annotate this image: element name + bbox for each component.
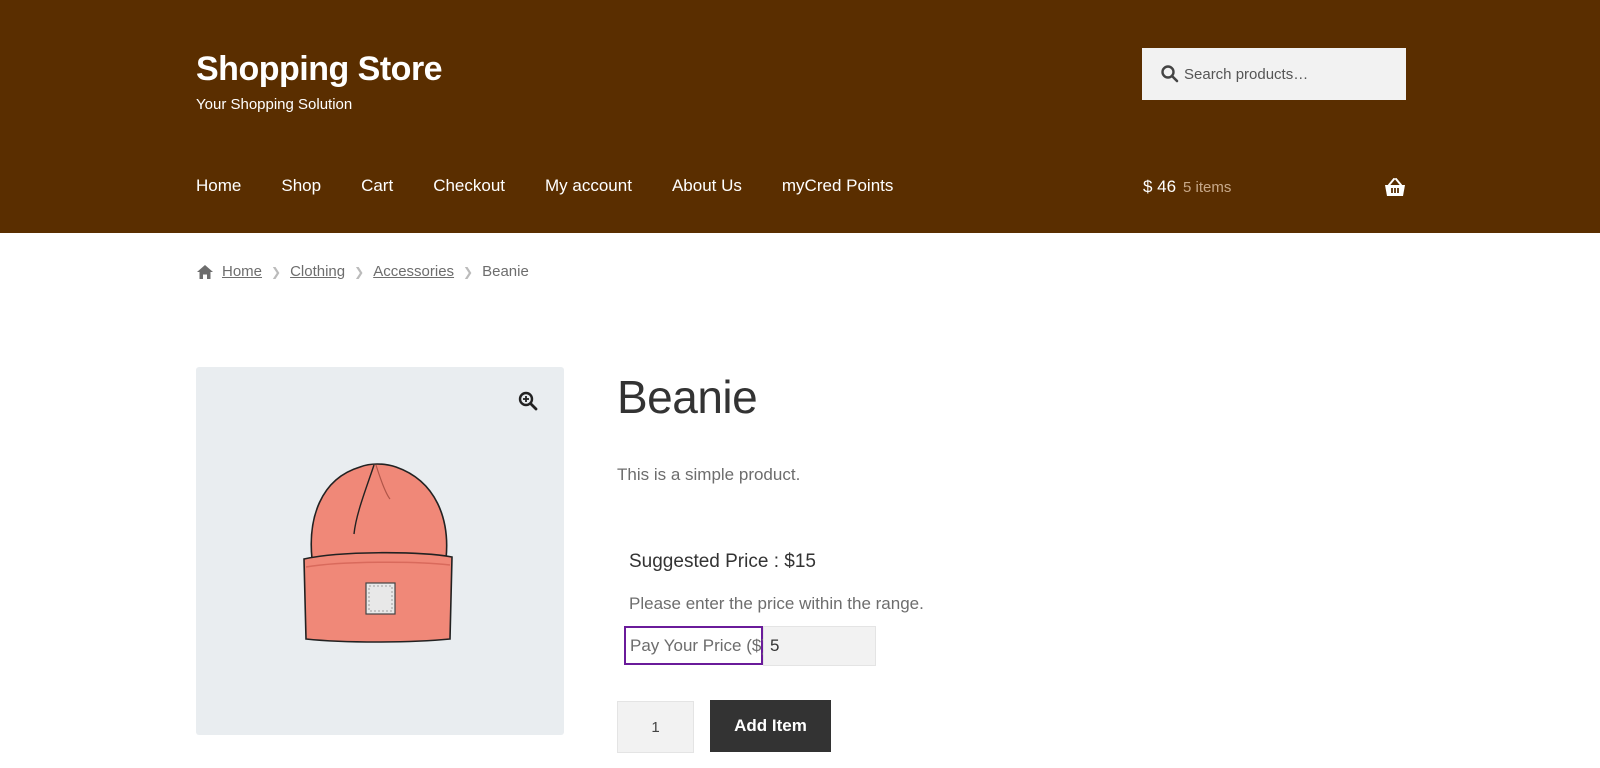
nav-shop[interactable]: Shop <box>281 176 321 206</box>
nav-home[interactable]: Home <box>196 176 241 206</box>
add-item-button[interactable]: Add Item <box>710 700 831 752</box>
cart-count: 5 items <box>1183 179 1232 196</box>
header-cart[interactable]: $ 46 5 items <box>1143 176 1406 206</box>
suggested-price: Suggested Price : $15 <box>629 551 816 572</box>
breadcrumb-home[interactable]: Home <box>222 263 262 280</box>
breadcrumb-accessories[interactable]: Accessories <box>373 263 454 280</box>
product-description: This is a simple product. <box>617 465 801 484</box>
product-title: Beanie <box>617 371 758 423</box>
quantity-input[interactable] <box>617 701 694 753</box>
cart-amount: $ 46 <box>1143 177 1177 196</box>
nav-my-account[interactable]: My account <box>545 176 632 206</box>
chevron-right-icon: ❯ <box>463 264 474 279</box>
price-range-note: Please enter the price within the range. <box>629 594 924 613</box>
pay-your-price-label[interactable]: Pay Your Price ($) <box>624 626 767 665</box>
chevron-right-icon: ❯ <box>354 264 365 279</box>
breadcrumb-clothing[interactable]: Clothing <box>290 263 345 280</box>
pay-your-price-input[interactable] <box>763 626 876 666</box>
site-title[interactable]: Shopping Store <box>196 50 443 89</box>
nav-cart[interactable]: Cart <box>361 176 393 206</box>
nav-checkout[interactable]: Checkout <box>433 176 505 206</box>
home-icon <box>197 264 213 279</box>
breadcrumb-current: Beanie <box>482 263 529 280</box>
site-header: Shopping Store Your Shopping Solution Ho… <box>0 0 1600 233</box>
search-icon[interactable] <box>1160 64 1180 84</box>
search-input[interactable] <box>1184 48 1398 100</box>
basket-icon[interactable] <box>1384 178 1406 198</box>
beanie-product-image <box>303 463 453 643</box>
search-box <box>1142 48 1406 100</box>
primary-nav: Home Shop Cart Checkout My account About… <box>196 176 933 206</box>
site-tagline: Your Shopping Solution <box>196 96 353 113</box>
nav-mycred-points[interactable]: myCred Points <box>782 176 893 206</box>
product-gallery[interactable] <box>196 367 564 735</box>
chevron-right-icon: ❯ <box>271 264 282 279</box>
nav-about-us[interactable]: About Us <box>672 176 742 206</box>
zoom-icon[interactable] <box>518 391 538 411</box>
breadcrumb: Home ❯ Clothing ❯ Accessories ❯ Beanie <box>196 263 529 280</box>
